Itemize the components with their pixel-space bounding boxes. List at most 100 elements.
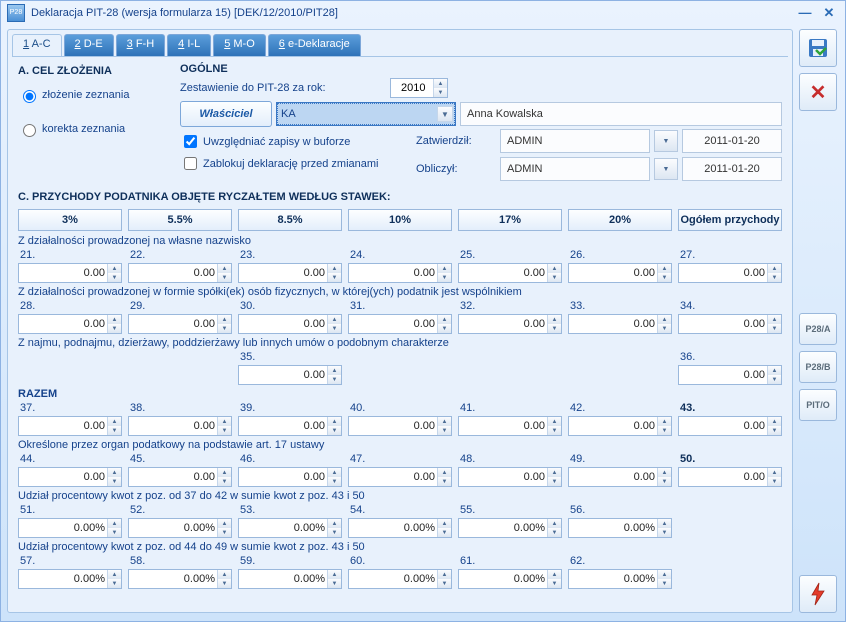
cell-input-4-1[interactable]: 0.00▲▼ xyxy=(128,467,232,487)
cell-input-0-1[interactable]: 0.00▲▼ xyxy=(128,263,232,283)
computed-date-picker-icon[interactable]: ▼ xyxy=(654,158,678,180)
spinner-icon[interactable]: ▲▼ xyxy=(767,264,781,282)
cell-input-4-6[interactable]: 0.00▲▼ xyxy=(678,467,782,487)
spinner-icon[interactable]: ▲▼ xyxy=(327,366,341,384)
spinner-icon[interactable]: ▲▼ xyxy=(767,417,781,435)
cell-input-1-6[interactable]: 0.00▲▼ xyxy=(678,314,782,334)
spinner-icon[interactable]: ▲▼ xyxy=(657,468,671,486)
spinner-icon[interactable]: ▲▼ xyxy=(437,264,451,282)
pito-button[interactable]: PIT/O xyxy=(799,389,837,421)
close-button[interactable]: ✕ xyxy=(819,5,839,21)
spinner-icon[interactable]: ▲▼ xyxy=(107,468,121,486)
cell-input-1-1[interactable]: 0.00▲▼ xyxy=(128,314,232,334)
spinner-icon[interactable]: ▲▼ xyxy=(217,417,231,435)
cell-input-4-4[interactable]: 0.00▲▼ xyxy=(458,467,562,487)
cell-input-0-2[interactable]: 0.00▲▼ xyxy=(238,263,342,283)
cell-input-0-5[interactable]: 0.00▲▼ xyxy=(568,263,672,283)
p28a-button[interactable]: P28/A xyxy=(799,313,837,345)
spinner-icon[interactable]: ▲▼ xyxy=(107,570,121,588)
spinner-icon[interactable]: ▲▼ xyxy=(767,366,781,384)
cell-input-0-4[interactable]: 0.00▲▼ xyxy=(458,263,562,283)
spinner-icon[interactable]: ▲▼ xyxy=(547,519,561,537)
spinner-icon[interactable]: ▲▼ xyxy=(547,264,561,282)
cell-input-4-0[interactable]: 0.00▲▼ xyxy=(18,467,122,487)
cell-input-5-4[interactable]: 0.00%▲▼ xyxy=(458,518,562,538)
spinner-icon[interactable]: ▲▼ xyxy=(547,315,561,333)
spinner-icon[interactable]: ▲▼ xyxy=(327,519,341,537)
cell-input-4-5[interactable]: 0.00▲▼ xyxy=(568,467,672,487)
cell-input-3-3[interactable]: 0.00▲▼ xyxy=(348,416,452,436)
recalculate-button[interactable] xyxy=(799,575,837,613)
spinner-icon[interactable]: ▲▼ xyxy=(437,468,451,486)
year-input[interactable]: 2010 ▲▼ xyxy=(390,78,448,98)
cancel-button[interactable]: ✕ xyxy=(799,73,837,111)
buffer-checkbox-input[interactable] xyxy=(184,135,197,148)
owner-button[interactable]: Właściciel xyxy=(180,101,272,127)
spinner-icon[interactable]: ▲▼ xyxy=(327,570,341,588)
radio-correction[interactable]: korekta zeznania xyxy=(18,121,180,137)
tab-5[interactable]: 6 e-Deklaracje xyxy=(268,34,361,56)
spinner-icon[interactable]: ▲▼ xyxy=(657,519,671,537)
spinner-icon[interactable]: ▲▼ xyxy=(217,468,231,486)
spinner-icon[interactable]: ▲▼ xyxy=(767,468,781,486)
cell-input-6-5[interactable]: 0.00%▲▼ xyxy=(568,569,672,589)
cell-input-1-5[interactable]: 0.00▲▼ xyxy=(568,314,672,334)
spinner-icon[interactable]: ▲▼ xyxy=(107,315,121,333)
spinner-icon[interactable]: ▲▼ xyxy=(437,519,451,537)
cell-input-5-2[interactable]: 0.00%▲▼ xyxy=(238,518,342,538)
spinner-icon[interactable]: ▲▼ xyxy=(657,417,671,435)
computed-date[interactable]: 2011-01-20 xyxy=(682,157,782,181)
cell-input-6-3[interactable]: 0.00%▲▼ xyxy=(348,569,452,589)
spinner-icon[interactable]: ▲▼ xyxy=(437,417,451,435)
save-button[interactable] xyxy=(799,29,837,67)
cell-input-3-1[interactable]: 0.00▲▼ xyxy=(128,416,232,436)
owner-code-combo[interactable]: KA ▼ xyxy=(276,102,456,126)
cell-input-5-1[interactable]: 0.00%▲▼ xyxy=(128,518,232,538)
spinner-icon[interactable]: ▲▼ xyxy=(217,264,231,282)
spinner-icon[interactable]: ▲▼ xyxy=(327,417,341,435)
cell-input-5-0[interactable]: 0.00%▲▼ xyxy=(18,518,122,538)
radio-correction-input[interactable] xyxy=(23,124,36,137)
spinner-icon[interactable]: ▲▼ xyxy=(217,570,231,588)
cell-input-2-2[interactable]: 0.00▲▼ xyxy=(238,365,342,385)
cell-input-3-2[interactable]: 0.00▲▼ xyxy=(238,416,342,436)
spinner-icon[interactable]: ▲▼ xyxy=(547,417,561,435)
spinner-icon[interactable]: ▲▼ xyxy=(217,315,231,333)
radio-submit[interactable]: złożenie zeznania xyxy=(18,87,180,103)
cell-input-0-6[interactable]: 0.00▲▼ xyxy=(678,263,782,283)
cell-input-6-4[interactable]: 0.00%▲▼ xyxy=(458,569,562,589)
spinner-icon[interactable]: ▲▼ xyxy=(657,315,671,333)
cell-input-3-4[interactable]: 0.00▲▼ xyxy=(458,416,562,436)
tab-2[interactable]: 3 F-H xyxy=(116,34,166,56)
cell-input-0-0[interactable]: 0.00▲▼ xyxy=(18,263,122,283)
cell-input-4-2[interactable]: 0.00▲▼ xyxy=(238,467,342,487)
cell-input-5-5[interactable]: 0.00%▲▼ xyxy=(568,518,672,538)
cell-input-0-3[interactable]: 0.00▲▼ xyxy=(348,263,452,283)
cell-input-3-5[interactable]: 0.00▲▼ xyxy=(568,416,672,436)
spinner-icon[interactable]: ▲▼ xyxy=(107,264,121,282)
cell-input-3-6[interactable]: 0.00▲▼ xyxy=(678,416,782,436)
buffer-checkbox[interactable]: Uwzględniać zapisy w buforze xyxy=(180,132,416,151)
cell-input-6-1[interactable]: 0.00%▲▼ xyxy=(128,569,232,589)
cell-input-2-6[interactable]: 0.00▲▼ xyxy=(678,365,782,385)
cell-input-3-0[interactable]: 0.00▲▼ xyxy=(18,416,122,436)
spinner-icon[interactable]: ▲▼ xyxy=(327,315,341,333)
cell-input-6-0[interactable]: 0.00%▲▼ xyxy=(18,569,122,589)
cell-input-6-2[interactable]: 0.00%▲▼ xyxy=(238,569,342,589)
spinner-icon[interactable]: ▲▼ xyxy=(327,468,341,486)
minimize-button[interactable]: — xyxy=(795,5,815,21)
spinner-icon[interactable]: ▲▼ xyxy=(657,570,671,588)
tab-1[interactable]: 2 D-E xyxy=(64,34,114,56)
approved-date-picker-icon[interactable]: ▼ xyxy=(654,130,678,152)
lock-checkbox[interactable]: Zablokuj deklarację przed zmianami xyxy=(180,154,416,173)
approved-date[interactable]: 2011-01-20 xyxy=(682,129,782,153)
spinner-icon[interactable]: ▲▼ xyxy=(767,315,781,333)
spinner-icon[interactable]: ▲▼ xyxy=(547,570,561,588)
lock-checkbox-input[interactable] xyxy=(184,157,197,170)
tab-0[interactable]: 1 A-C xyxy=(12,34,62,56)
spinner-icon[interactable]: ▲▼ xyxy=(547,468,561,486)
radio-submit-input[interactable] xyxy=(23,90,36,103)
p28b-button[interactable]: P28/B xyxy=(799,351,837,383)
cell-input-1-4[interactable]: 0.00▲▼ xyxy=(458,314,562,334)
cell-input-4-3[interactable]: 0.00▲▼ xyxy=(348,467,452,487)
